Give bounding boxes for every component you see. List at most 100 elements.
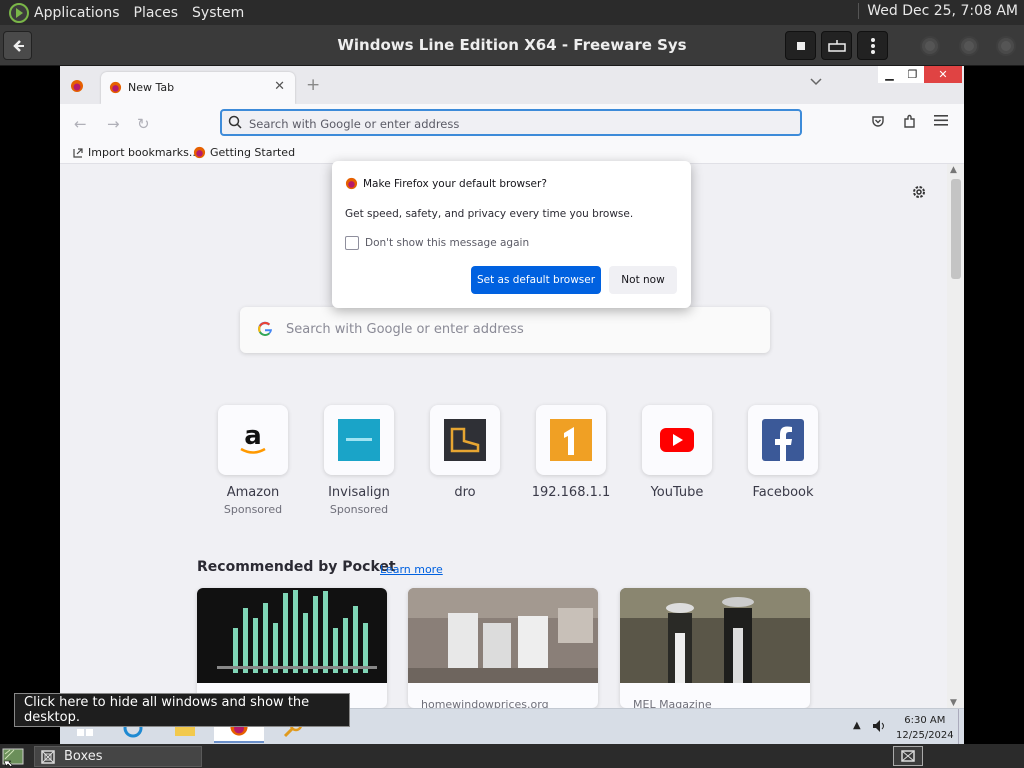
pocket-heading: Recommended by Pocket bbox=[197, 559, 396, 575]
speaker-icon[interactable] bbox=[872, 719, 888, 733]
card-thumbnail-vintage-photo bbox=[620, 588, 810, 683]
extensions-icon[interactable] bbox=[902, 114, 917, 129]
youtube-logo-icon bbox=[660, 428, 694, 452]
fullscreen-button[interactable] bbox=[785, 31, 816, 60]
top-site-label: dro bbox=[454, 485, 476, 500]
tray-overflow-icon[interactable]: ▲ bbox=[853, 720, 861, 731]
more-vertical-icon bbox=[870, 37, 875, 54]
invisalign-logo-icon bbox=[338, 419, 380, 461]
top-site-invisalign[interactable]: Invisalign Sponsored bbox=[306, 405, 412, 516]
page-scrollbar[interactable]: ▲ ▼ bbox=[947, 164, 964, 708]
svg-text:a: a bbox=[244, 422, 262, 451]
page-search-placeholder: Search with Google or enter address bbox=[286, 322, 524, 337]
panel-clock[interactable]: Wed Dec 25, 7:08 AM bbox=[858, 3, 1018, 19]
boxes-app-icon bbox=[41, 749, 55, 764]
google-icon bbox=[258, 321, 272, 336]
bookmark-import-label: Import bookmarks... bbox=[88, 146, 200, 159]
dialog-title: Make Firefox your default browser? bbox=[363, 178, 547, 190]
top-site-label: 192.168.1.1 bbox=[531, 485, 611, 500]
hamburger-menu-icon[interactable] bbox=[934, 114, 948, 126]
tab-title: New Tab bbox=[128, 81, 175, 94]
dialog-body: Get speed, safety, and privacy every tim… bbox=[345, 208, 634, 220]
dont-show-again-label: Don't show this message again bbox=[365, 237, 530, 249]
vm-window-controls: ▁ ❐ ✕ bbox=[878, 66, 962, 83]
scroll-down-arrow[interactable]: ▼ bbox=[950, 698, 957, 708]
taskbar-item-boxes[interactable]: Boxes bbox=[34, 746, 202, 767]
restore-icon[interactable]: ❐ bbox=[901, 66, 924, 83]
facebook-logo-icon bbox=[762, 419, 804, 461]
number-one-logo-icon bbox=[550, 419, 592, 461]
taskbar-time: 6:30 AM bbox=[904, 715, 946, 726]
boot-logo-icon bbox=[444, 419, 486, 461]
boxes-header-bar: Windows Line Edition X64 - Freeware Sys bbox=[0, 25, 1024, 66]
top-panel: Applications Places System Wed Dec 25, 7… bbox=[0, 0, 1024, 25]
dont-show-again-option[interactable]: Don't show this message again bbox=[345, 236, 529, 250]
bottom-panel: Boxes bbox=[0, 744, 1024, 768]
top-site-facebook[interactable]: Facebook bbox=[730, 405, 836, 500]
search-icon bbox=[228, 115, 242, 129]
pocket-icon[interactable] bbox=[871, 114, 885, 128]
page-search-box[interactable]: Search with Google or enter address bbox=[240, 307, 770, 353]
gear-icon[interactable] bbox=[911, 184, 927, 200]
top-site-router[interactable]: 192.168.1.1 bbox=[518, 405, 624, 500]
back-icon[interactable]: ← bbox=[74, 115, 87, 133]
show-desktop-icon[interactable] bbox=[2, 747, 24, 767]
learn-more-link[interactable]: Learn more bbox=[380, 563, 443, 576]
sponsored-label: Sponsored bbox=[329, 503, 389, 516]
taskbar-clock[interactable]: 6:30 AM 12/25/2024 bbox=[896, 713, 954, 743]
menu-places[interactable]: Places bbox=[134, 5, 179, 21]
pocket-card[interactable]: homewindowprices.org bbox=[408, 588, 598, 708]
gnome-foot-icon[interactable] bbox=[9, 2, 29, 23]
sponsored-label: Sponsored bbox=[223, 503, 283, 516]
pocket-card[interactable]: MEL Magazine bbox=[620, 588, 810, 708]
firefox-logo-icon bbox=[193, 146, 206, 159]
top-site-label: Invisalign bbox=[328, 485, 390, 500]
send-key-button[interactable] bbox=[821, 31, 852, 60]
top-site-amazon[interactable]: a Amazon Sponsored bbox=[200, 405, 306, 516]
address-bar-placeholder: Search with Google or enter address bbox=[249, 117, 460, 131]
address-bar[interactable]: Search with Google or enter address bbox=[220, 109, 802, 136]
workspace-switcher[interactable] bbox=[893, 746, 923, 766]
workspace-icon bbox=[901, 750, 915, 762]
scroll-up-arrow[interactable]: ▲ bbox=[950, 165, 957, 175]
bookmark-getting-started[interactable]: Getting Started bbox=[193, 146, 295, 159]
amazon-logo-icon: a bbox=[240, 422, 266, 454]
card-thumbnail-chart bbox=[197, 588, 387, 683]
set-default-browser-button[interactable]: Set as default browser bbox=[471, 266, 601, 294]
forward-icon[interactable]: → bbox=[107, 115, 120, 133]
top-site-label: Facebook bbox=[752, 485, 814, 500]
card-source: MEL Magazine bbox=[633, 698, 712, 708]
scrollbar-thumb[interactable] bbox=[951, 179, 961, 279]
bookmark-import[interactable]: Import bookmarks... bbox=[72, 146, 199, 159]
minimize-icon[interactable]: ▁ bbox=[878, 66, 901, 83]
firefox-logo-icon bbox=[345, 177, 358, 190]
vm-display[interactable]: New Tab ✕ + ▁ ❐ ✕ ← → ↻ Search with Goog… bbox=[60, 66, 964, 744]
close-icon[interactable]: ✕ bbox=[924, 66, 962, 83]
properties-menu-button[interactable] bbox=[857, 31, 888, 60]
reload-icon[interactable]: ↻ bbox=[137, 115, 150, 133]
minimize-window-button[interactable] bbox=[920, 36, 940, 56]
menu-applications[interactable]: Applications bbox=[34, 5, 120, 21]
show-desktop-strip[interactable] bbox=[958, 709, 964, 744]
import-icon bbox=[73, 147, 83, 158]
firefox-tab-bar: New Tab ✕ + ▁ ❐ ✕ bbox=[60, 66, 964, 104]
taskbar-item-label: Boxes bbox=[64, 749, 103, 764]
card-source: homewindowprices.org bbox=[421, 698, 549, 708]
maximize-window-button[interactable] bbox=[959, 36, 979, 56]
dont-show-again-checkbox[interactable] bbox=[345, 236, 359, 250]
pocket-card[interactable] bbox=[197, 588, 387, 708]
menu-system[interactable]: System bbox=[192, 5, 244, 21]
tab-new-tab[interactable]: New Tab ✕ bbox=[101, 72, 295, 104]
top-site-label: Amazon bbox=[226, 485, 280, 500]
new-tab-button[interactable]: + bbox=[306, 75, 320, 95]
bookmark-getting-started-label: Getting Started bbox=[210, 146, 296, 159]
firefox-view-icon[interactable] bbox=[70, 79, 84, 93]
not-now-button[interactable]: Not now bbox=[609, 266, 677, 294]
top-site-dro[interactable]: dro bbox=[412, 405, 518, 500]
top-site-youtube[interactable]: YouTube bbox=[624, 405, 730, 500]
close-tab-icon[interactable]: ✕ bbox=[274, 79, 285, 94]
firefox-logo-icon bbox=[109, 81, 122, 94]
close-window-button[interactable] bbox=[996, 36, 1016, 56]
chevron-down-icon[interactable] bbox=[810, 77, 822, 87]
top-site-label: YouTube bbox=[650, 485, 704, 500]
